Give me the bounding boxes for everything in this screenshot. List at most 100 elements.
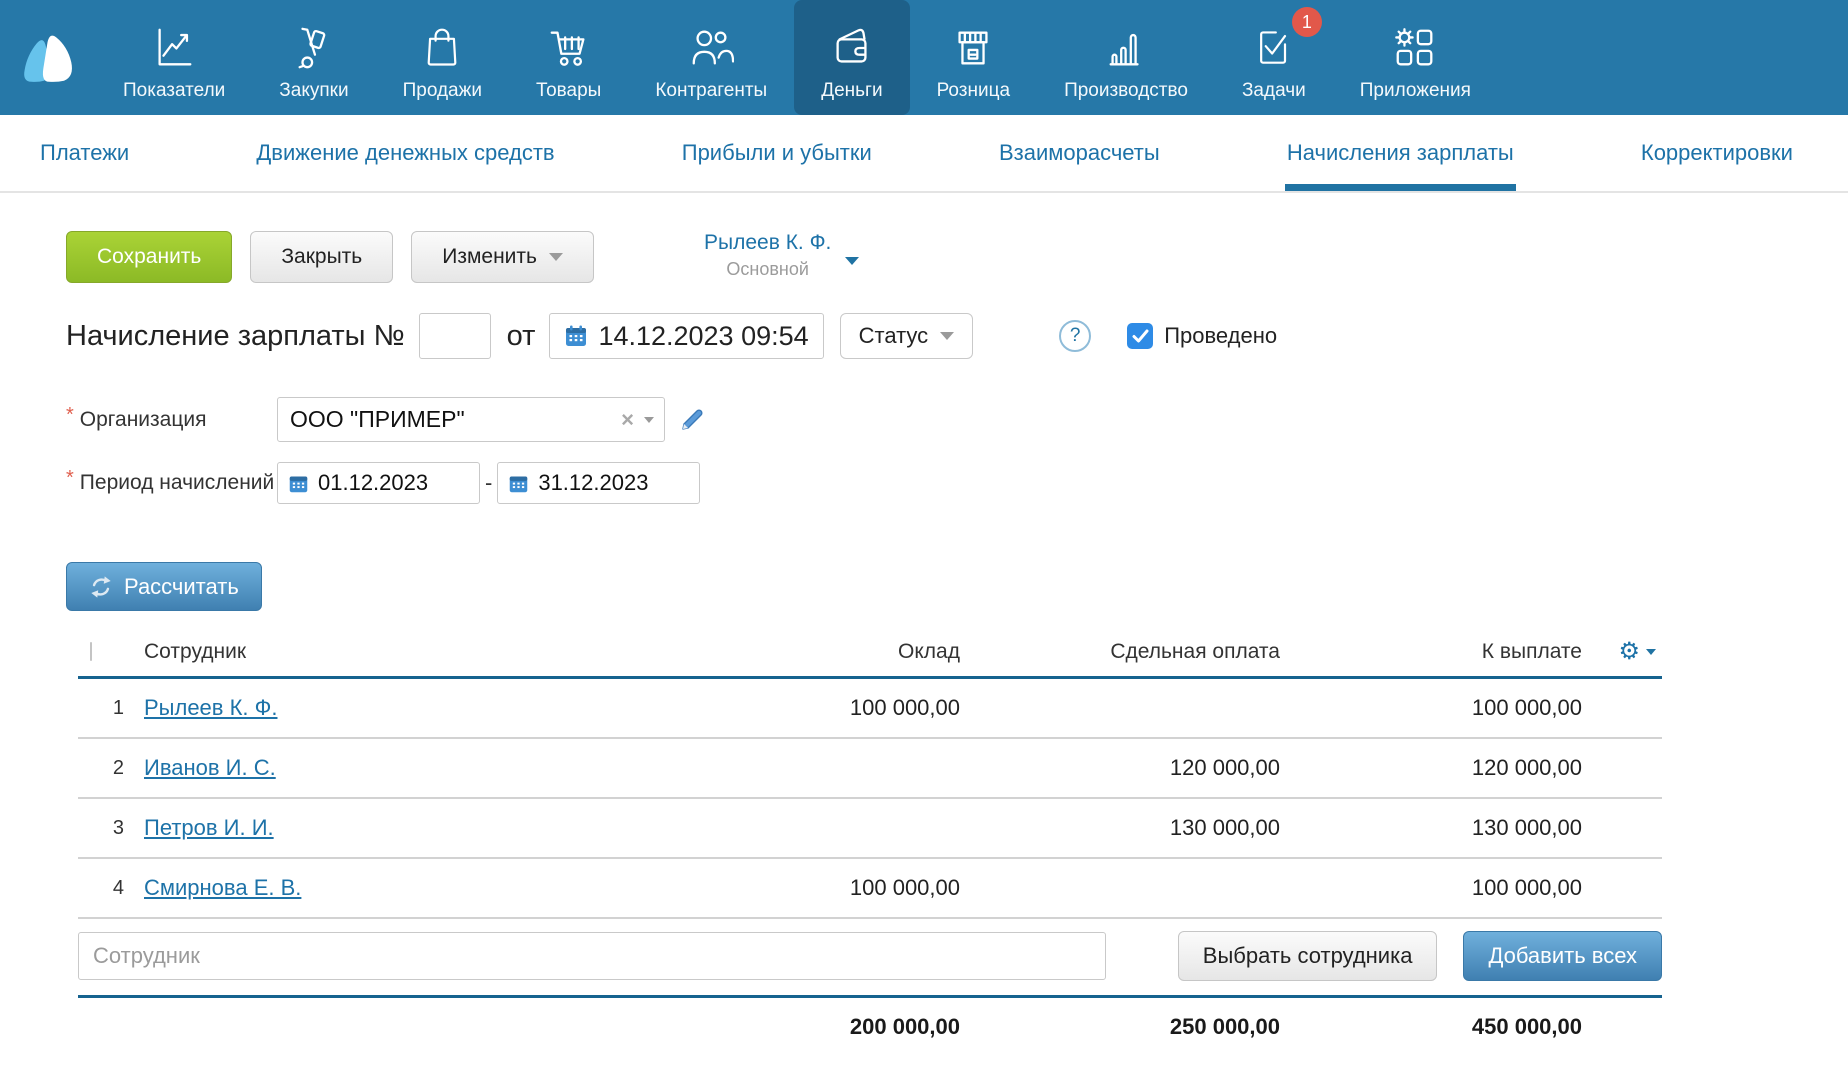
approved-checkbox-group[interactable]: Проведено	[1127, 323, 1277, 349]
close-button[interactable]: Закрыть	[250, 231, 393, 283]
nav-item-indicators[interactable]: Показатели	[96, 0, 252, 115]
nav-item-tasks[interactable]: 1 Задачи	[1215, 0, 1333, 115]
approved-checkbox[interactable]	[1127, 323, 1153, 349]
clear-icon[interactable]: ×	[621, 407, 634, 433]
nav-label: Производство	[1064, 80, 1188, 102]
refresh-icon	[89, 575, 113, 599]
nav-label: Приложения	[1360, 80, 1471, 102]
calculate-button[interactable]: Рассчитать	[66, 562, 262, 611]
employee-link[interactable]: Иванов И. С.	[144, 755, 276, 780]
edit-button[interactable]: Изменить	[411, 231, 594, 283]
subnav-item-settlements[interactable]: Взаиморасчеты	[999, 115, 1160, 191]
employee-link[interactable]: Петров И. И.	[144, 815, 274, 840]
period-label: Период начислений	[80, 471, 274, 495]
period-separator: -	[485, 470, 492, 496]
nav-label: Задачи	[1242, 80, 1306, 102]
subnav-item-payroll[interactable]: Начисления зарплаты	[1287, 115, 1514, 191]
chevron-down-icon[interactable]	[1646, 649, 1656, 655]
calendar-icon	[508, 473, 529, 494]
user-name[interactable]: Рылеев К. Ф.	[704, 231, 831, 255]
subnav-item-profit-loss[interactable]: Прибыли и убытки	[682, 115, 872, 191]
nav-item-retail[interactable]: Розница	[910, 0, 1037, 115]
user-menu[interactable]: Рылеев К. Ф. Основной	[704, 231, 859, 280]
table-footer-row: Выбрать сотрудника Добавить всех	[78, 919, 1662, 998]
topnav-items: Показатели Закупки Продажи	[96, 0, 1498, 115]
total-piecework: 250 000,00	[960, 1014, 1280, 1040]
nav-item-goods[interactable]: Товары	[509, 0, 628, 115]
employee-column-header[interactable]: Сотрудник	[128, 640, 728, 664]
app-logo[interactable]	[0, 0, 96, 115]
salary-cell: 100 000,00	[728, 695, 960, 721]
storefront-icon	[950, 17, 996, 71]
bar-chart-icon	[1103, 17, 1149, 71]
table-row: 4 Смирнова Е. В. 100 000,00 100 000,00	[78, 859, 1662, 919]
from-label: от	[507, 320, 536, 353]
subnav-item-cash-flow[interactable]: Движение денежных средств	[256, 115, 554, 191]
save-button[interactable]: Сохранить	[66, 231, 232, 283]
organization-row: * Организация ×	[66, 397, 1848, 442]
employee-link[interactable]: Смирнова Е. В.	[144, 875, 301, 900]
shopping-cart-icon	[546, 17, 592, 71]
organization-label: Организация	[80, 408, 207, 432]
nav-label: Показатели	[123, 80, 225, 102]
piecework-cell: 120 000,00	[960, 755, 1280, 781]
subnav-item-adjustments[interactable]: Корректировки	[1641, 115, 1793, 191]
shopping-bag-icon	[420, 17, 464, 71]
help-icon[interactable]: ?	[1059, 320, 1091, 352]
salary-column-header[interactable]: Оклад	[728, 640, 960, 664]
table-header-row: Сотрудник Оклад Сдельная оплата К выплат…	[78, 627, 1662, 679]
nav-item-sales[interactable]: Продажи	[376, 0, 509, 115]
employee-search-input[interactable]	[78, 932, 1106, 980]
document-number-input[interactable]	[419, 313, 491, 359]
apps-grid-icon	[1392, 17, 1438, 71]
document-toolbar: Сохранить Закрыть Изменить Рылеев К. Ф. …	[66, 231, 1848, 283]
chevron-down-icon[interactable]	[644, 417, 654, 423]
status-button[interactable]: Статус	[840, 313, 974, 359]
edit-pencil-icon[interactable]	[679, 407, 705, 433]
nav-label: Розница	[937, 80, 1010, 102]
select-employee-button[interactable]: Выбрать сотрудника	[1178, 931, 1438, 981]
employee-link[interactable]: Рылеев К. Ф.	[144, 695, 277, 720]
period-from-field[interactable]: 01.12.2023	[277, 462, 480, 504]
required-asterisk: *	[66, 404, 74, 428]
chevron-down-icon	[940, 332, 954, 340]
check-icon	[1132, 329, 1149, 343]
nav-item-counterparties[interactable]: Контрагенты	[628, 0, 794, 115]
payout-cell: 130 000,00	[1280, 815, 1582, 841]
row-number: 1	[78, 697, 128, 720]
document-datetime: 14.12.2023 09:54	[598, 321, 808, 352]
nav-item-apps[interactable]: Приложения	[1333, 0, 1498, 115]
organization-select[interactable]: ×	[277, 397, 665, 442]
payout-cell: 100 000,00	[1280, 695, 1582, 721]
row-number: 2	[78, 757, 128, 780]
table-row: 1 Рылеев К. Ф. 100 000,00 100 000,00	[78, 679, 1662, 739]
chevron-down-icon	[845, 257, 859, 265]
row-number: 4	[78, 877, 128, 900]
subnav-item-payments[interactable]: Платежи	[40, 115, 129, 191]
wallet-icon	[829, 17, 875, 71]
add-all-button[interactable]: Добавить всех	[1463, 931, 1662, 981]
organization-input[interactable]	[290, 406, 621, 433]
nav-label: Товары	[536, 80, 601, 102]
nav-label: Контрагенты	[655, 80, 767, 102]
page-title: Начисление зарплаты №	[66, 320, 405, 353]
task-check-icon: 1	[1252, 17, 1296, 71]
document-title-row: Начисление зарплаты № от 14.12.2023 09:5…	[66, 313, 1848, 359]
period-row: * Период начислений 01.12.2023 -	[66, 462, 1848, 504]
document-datetime-field[interactable]: 14.12.2023 09:54	[549, 313, 823, 359]
status-button-label: Статус	[859, 323, 929, 349]
select-all-checkbox[interactable]	[90, 642, 92, 661]
row-number: 3	[78, 817, 128, 840]
nav-item-purchases[interactable]: Закупки	[252, 0, 375, 115]
nav-item-money[interactable]: Деньги	[794, 0, 909, 115]
table-settings-gear-icon[interactable]: ⚙	[1618, 640, 1640, 664]
period-to-field[interactable]: 31.12.2023	[497, 462, 700, 504]
logo-icon	[17, 29, 79, 87]
table-row: 2 Иванов И. С. 120 000,00 120 000,00	[78, 739, 1662, 799]
piecework-column-header[interactable]: Сдельная оплата	[960, 640, 1280, 664]
payout-cell: 120 000,00	[1280, 755, 1582, 781]
user-role: Основной	[704, 259, 831, 280]
nav-item-production[interactable]: Производство	[1037, 0, 1215, 115]
table-row: 3 Петров И. И. 130 000,00 130 000,00	[78, 799, 1662, 859]
payout-column-header[interactable]: К выплате	[1280, 640, 1582, 664]
